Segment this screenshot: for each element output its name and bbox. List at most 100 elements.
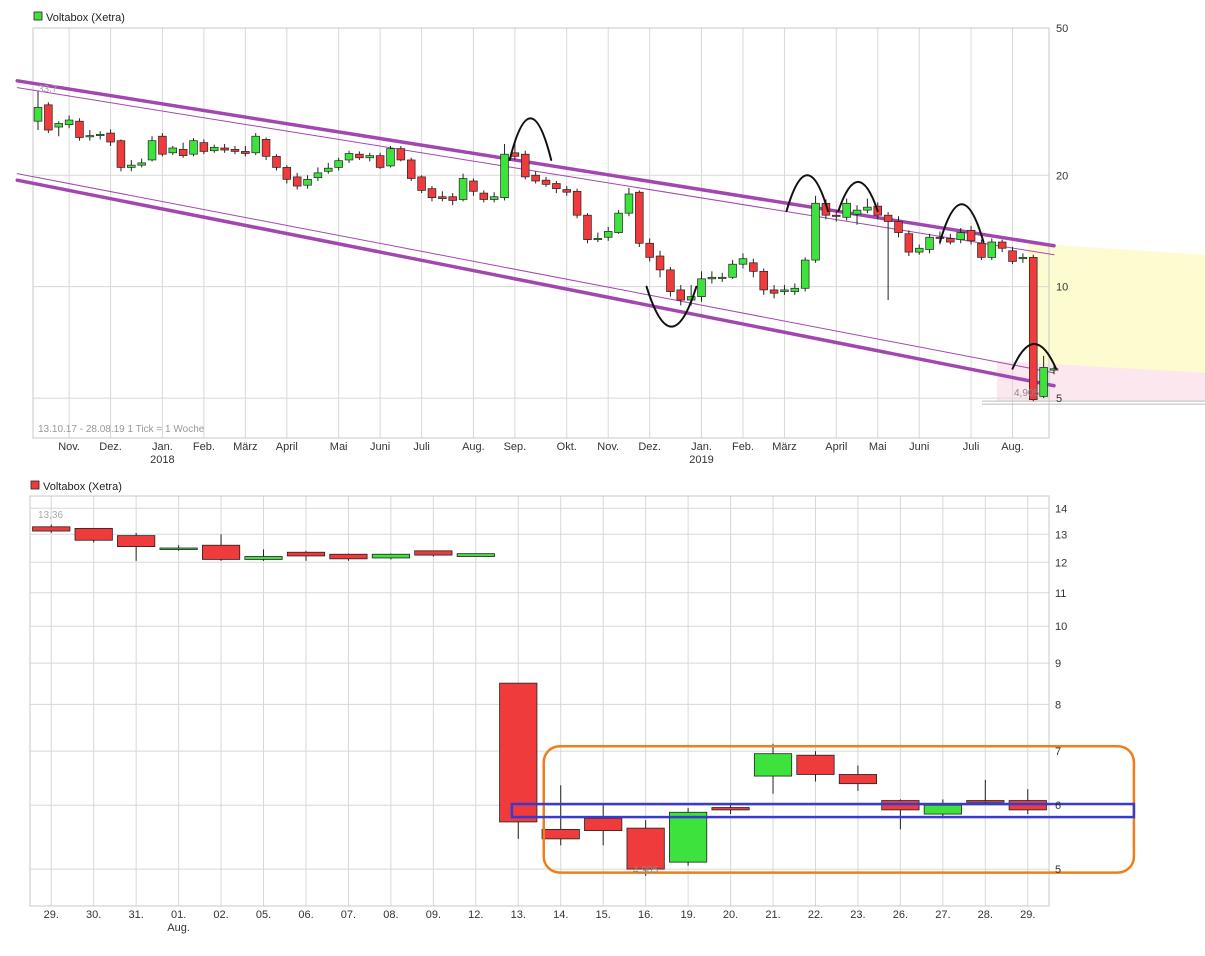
x-tick-label: Feb. <box>732 441 754 453</box>
y-tick-label: 8 <box>1055 699 1061 711</box>
x-tick-label: April <box>825 441 847 453</box>
legend-label: Voltabox (Xetra) <box>46 12 125 24</box>
candle-body <box>956 232 965 240</box>
y-tick-label: 13 <box>1055 529 1067 541</box>
y-tick-label: 9 <box>1055 658 1061 670</box>
x-tick-label: 12. <box>468 909 483 921</box>
x-tick-label: 29. <box>44 909 59 921</box>
candle-body <box>531 174 540 182</box>
x-tick-label: Aug. <box>1001 441 1024 453</box>
annotation-arc <box>645 285 698 328</box>
candle-body <box>458 178 468 200</box>
candle-body <box>127 164 136 168</box>
candle-body <box>541 828 580 840</box>
candle-body <box>106 132 115 143</box>
x-tick-label: 02. <box>213 909 228 921</box>
x-year-label: 2019 <box>689 454 713 466</box>
candle-body <box>178 148 188 156</box>
candle-body <box>676 289 686 301</box>
min-label: 4,905 <box>1014 388 1039 399</box>
x-tick-label: 21. <box>765 909 780 921</box>
plot-frame <box>32 27 1050 439</box>
x-tick-label: 29. <box>1020 909 1035 921</box>
candle-body <box>838 774 878 785</box>
candle-body <box>946 238 955 243</box>
candle-body <box>603 231 613 238</box>
candle-body <box>800 259 810 289</box>
candle-body <box>220 147 229 151</box>
candle-body <box>137 162 146 166</box>
candle-body <box>655 255 665 271</box>
candle-body <box>759 270 768 291</box>
weekly-chart: 5102050 Nov. Dez. Jan.2018Feb. März April Mai… <box>15 11 1205 466</box>
x-tick-label: 15. <box>596 909 611 921</box>
candle-body <box>201 544 241 560</box>
candle-body <box>842 202 851 218</box>
candle-body <box>168 147 178 154</box>
candle-body <box>626 827 665 870</box>
candle-body <box>334 160 343 168</box>
candle-body <box>406 159 416 179</box>
x-tick-label: Juli <box>963 441 980 453</box>
x-tick-label: 22. <box>808 909 823 921</box>
shaded-zones <box>996 243 1205 402</box>
y-tick-label: 20 <box>1056 170 1068 182</box>
legend-label: Voltabox (Xetra) <box>43 481 122 493</box>
candle-body <box>189 140 198 155</box>
x-axis: Nov. Dez. Jan.2018Feb. März April Mai Juni Juli… <box>58 441 1024 466</box>
x-tick-label: Okt. <box>557 441 577 453</box>
candle-body <box>925 236 934 250</box>
x-tick-label: Juni <box>370 441 390 453</box>
candle-body <box>966 800 1005 803</box>
candle-body <box>158 135 167 155</box>
grid <box>30 496 1049 906</box>
candle-body <box>230 148 240 152</box>
channel-lower-inner-line <box>16 173 1055 374</box>
candle-body <box>863 206 872 211</box>
max-label: 33,7 <box>38 84 58 95</box>
candle-body <box>583 214 592 240</box>
candle-body <box>147 140 157 161</box>
candle-body <box>1018 257 1028 260</box>
x-month-label: Aug. <box>167 922 190 934</box>
candle-body <box>753 753 793 777</box>
x-tick-label: April <box>276 441 298 453</box>
candle-body <box>1008 250 1017 262</box>
candle-body <box>414 550 453 556</box>
candle-body <box>811 202 820 261</box>
candle-body <box>923 804 962 815</box>
channel-lower-line <box>15 178 1056 388</box>
x-tick-label: 23. <box>850 909 865 921</box>
candles <box>32 524 1047 876</box>
y-axis: 5 6 7 8 9 10 11 12 13 14 <box>1055 503 1067 876</box>
candle-body <box>199 142 209 152</box>
y-tick-label: 6 <box>1055 800 1061 812</box>
candle-body <box>987 241 997 258</box>
candle-body <box>707 276 717 280</box>
candle-body <box>997 241 1007 249</box>
candle-body <box>738 258 748 265</box>
x-tick-label: 09. <box>426 909 441 921</box>
candle-body <box>313 172 323 179</box>
candle-body <box>85 135 95 138</box>
candle-body <box>728 263 737 278</box>
x-tick-label: 13. <box>511 909 526 921</box>
candle-body <box>371 553 410 559</box>
candle-body <box>282 167 292 180</box>
candle-body <box>324 167 333 172</box>
candle-body <box>541 179 551 185</box>
candle-body <box>210 146 219 152</box>
y-tick-label: 14 <box>1055 503 1067 515</box>
x-tick-label: 14. <box>553 909 568 921</box>
candle-body <box>780 289 789 292</box>
x-tick-label: Nov. <box>597 441 619 453</box>
x-tick-label: 19. <box>680 909 695 921</box>
candle-body <box>241 151 250 154</box>
candle-body <box>344 153 354 161</box>
candle-body <box>769 289 779 294</box>
candle-body <box>552 183 561 190</box>
candle-body <box>438 196 447 199</box>
candle-body <box>469 180 478 192</box>
x-tick-label: 26. <box>893 909 908 921</box>
x-tick-label: 01. <box>171 909 186 921</box>
